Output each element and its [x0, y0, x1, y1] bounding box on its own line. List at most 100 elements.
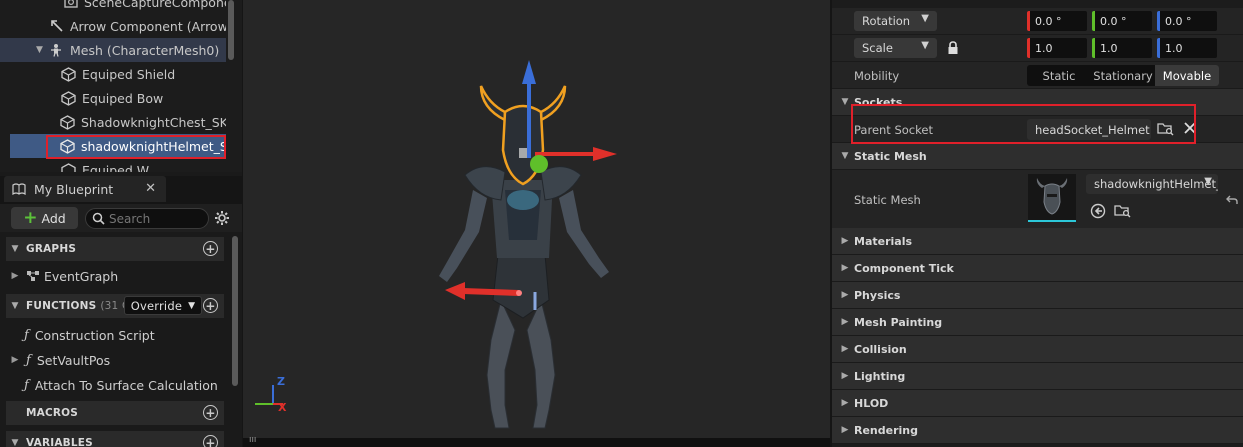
section-functions[interactable]: ▼ FUNCTIONS (31 O Override ▼ + [6, 294, 224, 318]
viewport[interactable]: Z X [243, 0, 830, 447]
add-variable-icon[interactable]: + [203, 435, 218, 447]
function-item-setvaultpos[interactable]: ▶ ƒ SetVaultPos [6, 348, 224, 372]
add-button[interactable]: + Add [11, 207, 78, 229]
function-icon: ƒ [24, 327, 29, 343]
function-item-attach-to-surface[interactable]: ƒ Attach To Surface Calculation [6, 373, 224, 397]
section-hlod[interactable]: ▶ HLOD [832, 390, 1243, 417]
x-axis-marker [1027, 38, 1030, 58]
tree-scrollbar[interactable] [228, 0, 234, 60]
expand-caret-icon: ▶ [841, 425, 849, 435]
section-materials[interactable]: ▶ Materials [832, 228, 1243, 255]
override-label: Override [130, 298, 183, 313]
section-collision[interactable]: ▶ Collision [832, 336, 1243, 363]
collapse-caret-icon: ▼ [11, 301, 19, 311]
tree-item-equiped-weapon[interactable]: Equiped W [0, 158, 226, 172]
browse-socket-icon[interactable] [1157, 121, 1174, 136]
tree-item-label: Arrow Component (Arrow) [70, 18, 226, 34]
parent-socket-field[interactable]: headSocket_Helmet [1027, 119, 1151, 140]
rotation-y-field[interactable]: 0.0 ° [1092, 11, 1152, 31]
browse-asset-icon[interactable] [1114, 203, 1131, 218]
character-mesh-icon [48, 42, 64, 58]
section-header: Physics [854, 288, 901, 302]
section-macros[interactable]: MACROS + [6, 401, 224, 425]
scale-z-field[interactable]: 1.0 [1157, 38, 1217, 58]
static-mesh-value: shadowknightHelmet_SK [1094, 177, 1218, 191]
add-graph-icon[interactable]: + [203, 241, 218, 256]
section-component-tick[interactable]: ▶ Component Tick [832, 255, 1243, 282]
clear-socket-icon[interactable] [1184, 122, 1196, 134]
component-tree: SceneCaptureComponent Arrow Component (A… [0, 0, 242, 172]
static-mesh-dropdown[interactable]: shadowknightHelmet_SK ▼ [1086, 174, 1218, 194]
override-dropdown[interactable]: Override ▼ [124, 296, 202, 315]
search-box[interactable] [85, 208, 209, 229]
section-static-mesh[interactable]: ▼ Static Mesh [832, 143, 1243, 170]
section-header: Rendering [854, 423, 918, 437]
scale-y-field[interactable]: 1.0 [1092, 38, 1152, 58]
tree-item-helmet[interactable]: shadowknightHelmet_SK [10, 134, 226, 158]
add-function-icon[interactable]: + [203, 298, 218, 313]
close-icon[interactable]: ✕ [145, 181, 156, 196]
add-macro-icon[interactable]: + [203, 405, 218, 420]
gear-icon[interactable] [214, 210, 230, 229]
rotation-x-field[interactable]: 0.0 ° [1027, 11, 1087, 31]
rotation-y-value: 0.0 ° [1100, 14, 1127, 28]
lock-icon[interactable] [947, 41, 959, 58]
mobility-row: Mobility Static Stationary Movable [832, 62, 1243, 89]
static-mesh-icon [60, 162, 76, 172]
section-physics[interactable]: ▶ Physics [832, 282, 1243, 309]
tree-item-equiped-bow[interactable]: Equiped Bow [0, 86, 226, 110]
use-selected-asset-icon[interactable] [1090, 203, 1106, 219]
section-header: VARIABLES [26, 437, 93, 447]
expand-caret-icon: ▶ [841, 398, 849, 408]
tab-my-blueprint[interactable]: My Blueprint ✕ [4, 176, 166, 202]
section-graphs[interactable]: ▼ GRAPHS + [6, 237, 224, 261]
tree-item-scenecapture[interactable]: SceneCaptureComponent [0, 0, 226, 14]
x-axis-marker [1027, 11, 1030, 31]
section-sockets[interactable]: ▼ Sockets [832, 89, 1243, 116]
tree-item-label: SceneCaptureComponent [84, 0, 226, 10]
expand-caret-icon[interactable]: ▶ [8, 271, 22, 281]
mesh-thumbnail[interactable] [1028, 174, 1076, 222]
search-input[interactable] [109, 211, 199, 226]
collapse-caret-icon[interactable]: ▼ [36, 45, 48, 55]
expand-caret-icon: ▶ [841, 263, 849, 273]
section-header: Static Mesh [854, 149, 927, 163]
tree-item-equiped-shield[interactable]: Equiped Shield [0, 62, 226, 86]
function-icon: ƒ [26, 352, 31, 368]
left-panel: SceneCaptureComponent Arrow Component (A… [0, 0, 242, 447]
mobility-stationary-button[interactable]: Stationary [1091, 65, 1155, 86]
rotation-z-field[interactable]: 0.0 ° [1157, 11, 1217, 31]
chevron-down-icon: ▼ [1204, 176, 1212, 187]
graph-item-eventgraph[interactable]: ▶ EventGraph [6, 264, 224, 288]
book-icon [12, 183, 26, 195]
section-rendering[interactable]: ▶ Rendering [832, 417, 1243, 444]
scale-row: Scale ▼ 1.0 1.0 1.0 [832, 35, 1243, 62]
scale-z-value: 1.0 [1165, 41, 1183, 55]
tree-item-chest[interactable]: ShadowknightChest_SK [0, 110, 226, 134]
expand-caret-icon[interactable]: ▶ [8, 355, 22, 365]
mobility-movable-button[interactable]: Movable [1155, 65, 1219, 86]
mobility-static-button[interactable]: Static [1027, 65, 1091, 86]
my-blueprint-tabbar: My Blueprint ✕ [0, 176, 242, 204]
static-mesh-icon [60, 90, 76, 106]
scale-dropdown[interactable]: Scale ▼ [854, 38, 937, 58]
tree-item-arrow[interactable]: Arrow Component (Arrow) [0, 14, 226, 38]
z-axis-marker [1157, 11, 1160, 31]
parent-socket-label: Parent Socket [854, 123, 933, 137]
section-variables[interactable]: ▼ VARIABLES + [6, 431, 224, 447]
blueprint-scrollbar[interactable] [232, 236, 238, 386]
rotation-dropdown[interactable]: Rotation ▼ [854, 11, 937, 31]
section-lighting[interactable]: ▶ Lighting [832, 363, 1243, 390]
my-blueprint-toolbar: + Add [0, 204, 242, 232]
section-header: HLOD [854, 396, 889, 410]
scale-x-field[interactable]: 1.0 [1027, 38, 1087, 58]
search-icon [92, 212, 105, 225]
reset-to-default-icon[interactable] [1226, 195, 1238, 205]
details-panel: Rotation ▼ 0.0 ° 0.0 ° 0.0 ° Scale ▼ 1.0… [832, 0, 1243, 447]
function-item-construction-script[interactable]: ƒ Construction Script [6, 323, 224, 347]
axis-z-label: Z [277, 375, 285, 388]
tree-item-mesh[interactable]: ▼ Mesh (CharacterMesh0) [0, 38, 226, 62]
parent-socket-row: Parent Socket headSocket_Helmet [832, 116, 1243, 143]
event-graph-icon [26, 270, 40, 282]
section-mesh-painting[interactable]: ▶ Mesh Painting [832, 309, 1243, 336]
